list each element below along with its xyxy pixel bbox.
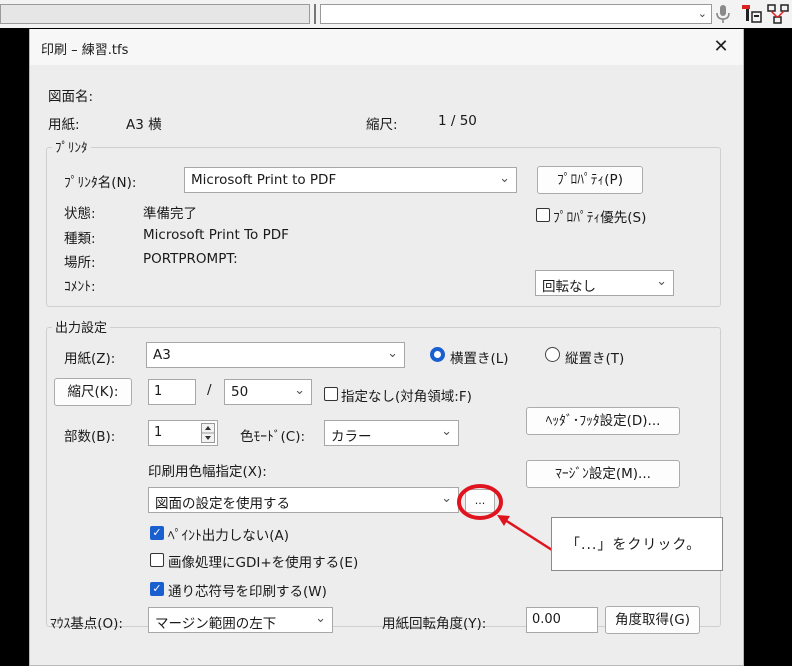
callout-arrow-line <box>504 518 553 552</box>
highlight-circle <box>457 484 503 520</box>
callout-text: 「...」をクリック。 <box>566 537 702 553</box>
callout-box: 「...」をクリック。 <box>551 517 723 571</box>
